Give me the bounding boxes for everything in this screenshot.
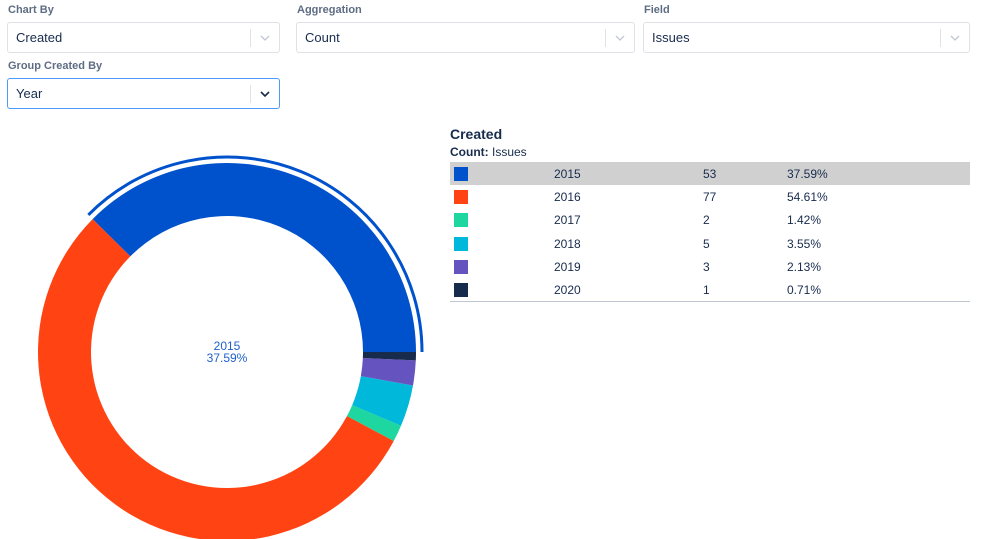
legend-category: 2015 — [554, 166, 581, 181]
legend-value: 5 — [703, 236, 710, 251]
aggregation-label: Aggregation — [297, 4, 362, 16]
legend-row[interactable]: 2017 2 1.42% — [450, 209, 970, 232]
legend-percent: 1.42% — [787, 213, 822, 228]
legend-row[interactable]: 2019 3 2.13% — [450, 255, 970, 278]
legend-title: Created — [450, 126, 503, 142]
chart-legend: Created Count: Issues 2015 53 37.59% 2016 77… — [450, 125, 970, 302]
aggregation-value: Count — [305, 30, 340, 45]
legend-swatch-cell — [450, 209, 554, 232]
group-by-value: Year — [16, 86, 43, 101]
aggregation-select[interactable]: Count — [296, 22, 635, 53]
legend-category: 2020 — [554, 282, 581, 297]
legend-swatch — [454, 213, 468, 228]
legend-swatch — [454, 259, 468, 274]
legend-swatch — [454, 189, 468, 204]
center-label-percent: 37.59% — [207, 351, 248, 365]
legend-value: 77 — [703, 189, 717, 204]
chevron-down-icon[interactable] — [251, 23, 279, 52]
legend-value: 53 — [703, 166, 717, 181]
legend-row[interactable]: 2016 77 54.61% — [450, 185, 970, 208]
chart-by-label: Chart By — [8, 4, 54, 16]
donut-chart: 2015 37.59% — [38, 155, 424, 539]
legend-category: 2017 — [554, 213, 581, 228]
chevron-down-icon[interactable] — [941, 23, 969, 52]
legend-swatch-cell — [450, 185, 554, 208]
legend-swatch — [454, 282, 468, 297]
legend-subtitle-value: Issues — [488, 145, 527, 159]
field-select[interactable]: Issues — [643, 22, 970, 53]
legend-subtitle-key: Count: — [450, 145, 489, 159]
legend-swatch-cell — [450, 232, 554, 255]
field-field: Field Issues — [643, 3, 970, 53]
donut-slice-2015[interactable] — [92, 163, 417, 352]
group-by-label: Group Created By — [8, 60, 103, 72]
legend-category: 2019 — [554, 259, 581, 274]
legend-row[interactable]: 2015 53 37.59% — [450, 162, 970, 186]
legend-swatch-cell — [450, 162, 554, 185]
legend-category: 2016 — [554, 189, 581, 204]
legend-value: 1 — [703, 282, 710, 297]
legend-value: 3 — [703, 259, 710, 274]
chevron-down-icon[interactable] — [251, 79, 279, 108]
chart-by-value: Created — [16, 30, 63, 45]
legend-percent: 54.61% — [787, 189, 828, 204]
group-by-select[interactable]: Year — [7, 78, 280, 109]
field-value: Issues — [652, 30, 690, 45]
legend-percent: 0.71% — [787, 282, 822, 297]
legend-swatch — [454, 166, 468, 181]
legend-percent: 37.59% — [787, 166, 828, 181]
group-by-field: Group Created By Year — [7, 59, 280, 109]
legend-row[interactable]: 2018 5 3.55% — [450, 232, 970, 255]
chevron-down-icon[interactable] — [606, 23, 634, 52]
legend-value: 2 — [703, 213, 710, 228]
aggregation-field: Aggregation Count — [296, 3, 635, 53]
legend-table: 2015 53 37.59% 2016 77 54.61% 2017 2 1.42% 2018 5 3… — [450, 162, 970, 302]
field-label: Field — [644, 4, 670, 16]
legend-swatch-cell — [450, 278, 554, 301]
legend-swatch-cell — [450, 255, 554, 278]
legend-percent: 2.13% — [787, 259, 822, 274]
legend-swatch — [454, 236, 468, 251]
chart-by-field: Chart By Created — [7, 3, 280, 53]
chart-by-select[interactable]: Created — [7, 22, 280, 53]
legend-subtitle: Count: Issues — [450, 143, 970, 161]
legend-category: 2018 — [554, 236, 581, 251]
legend-row[interactable]: 2020 1 0.71% — [450, 278, 970, 301]
legend-percent: 3.55% — [787, 236, 822, 251]
